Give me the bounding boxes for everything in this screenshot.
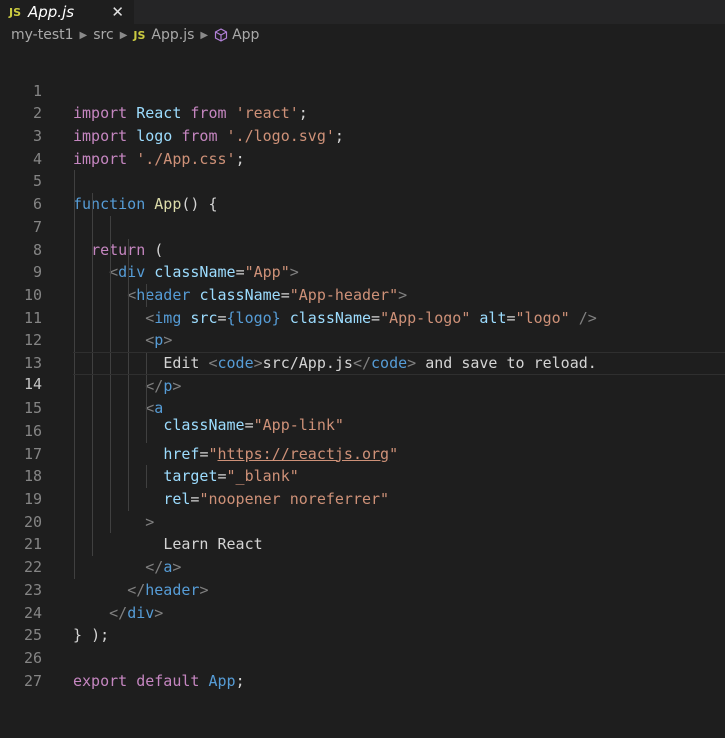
javascript-file-icon: JS [9,5,22,19]
code-line: 20 </a> [0,488,725,576]
breadcrumb: my-test1 ▶ src ▶ JS App.js ▶ App [0,24,725,46]
code-line: 16 target="_blank" [0,397,725,485]
code-line: 15 href="https://reactjs.org" [0,374,725,463]
code-line: 25 [0,602,725,644]
code-line: 22 </div> [0,533,725,622]
breadcrumb-file[interactable]: App.js [151,27,194,43]
code-line: 24 } [0,579,725,645]
code-line: 6 return ( [0,170,725,259]
breadcrumb-folder[interactable]: my-test1 [11,27,74,43]
code-line: 7 <div className="App"> [0,193,725,281]
tab-bar: JS App.js ✕ [0,0,725,24]
breadcrumb-subfolder[interactable]: src [93,27,113,43]
symbol-cube-icon [214,28,228,42]
chevron-right-icon: ▶ [200,29,209,41]
code-line: 9 <img src={logo} className="App-logo" a… [0,238,725,327]
code-line: 8 <header className="App-header"> [0,215,725,304]
code-line: 26 export default App; [0,624,725,690]
chevron-right-icon: ▶ [79,29,88,41]
javascript-file-icon: JS [133,28,146,42]
code-line: 13 <a [0,329,725,417]
code-line: 12 </p> [0,306,725,395]
code-line: 27 [0,647,725,690]
code-line: 10 <p> [0,261,725,349]
line-number: 13 [23,353,42,372]
code-line: 21 </header> [0,510,725,599]
breadcrumb-symbol[interactable]: App [232,27,259,43]
code-line: 18 > [0,442,725,531]
code-line: 1 import React from 'react'; [0,57,725,123]
code-line: 11 Edit <code>src/App.js</code> and save… [0,283,725,372]
line-number: 27 [23,671,42,690]
code-line: 4 [0,125,725,168]
code-line: 23 ); [0,556,725,644]
code-line: 2 import logo from './logo.svg'; [0,80,725,145]
code-line-current: 14 className="App-link" [24,351,725,434]
tab-label: App.js [28,3,75,21]
code-line: 3 import './App.css'; [0,102,725,168]
tab-app-js[interactable]: JS App.js ✕ [0,0,134,24]
code-line: 5 function App() { [0,148,725,213]
close-icon[interactable]: ✕ [111,1,124,23]
code-editor[interactable]: 1 import React from 'react'; 2 import lo… [0,57,725,690]
code-line: 19 Learn React [0,465,725,553]
code-line: 17 rel="noopener noreferrer" [0,420,725,508]
chevron-right-icon: ▶ [119,29,128,41]
